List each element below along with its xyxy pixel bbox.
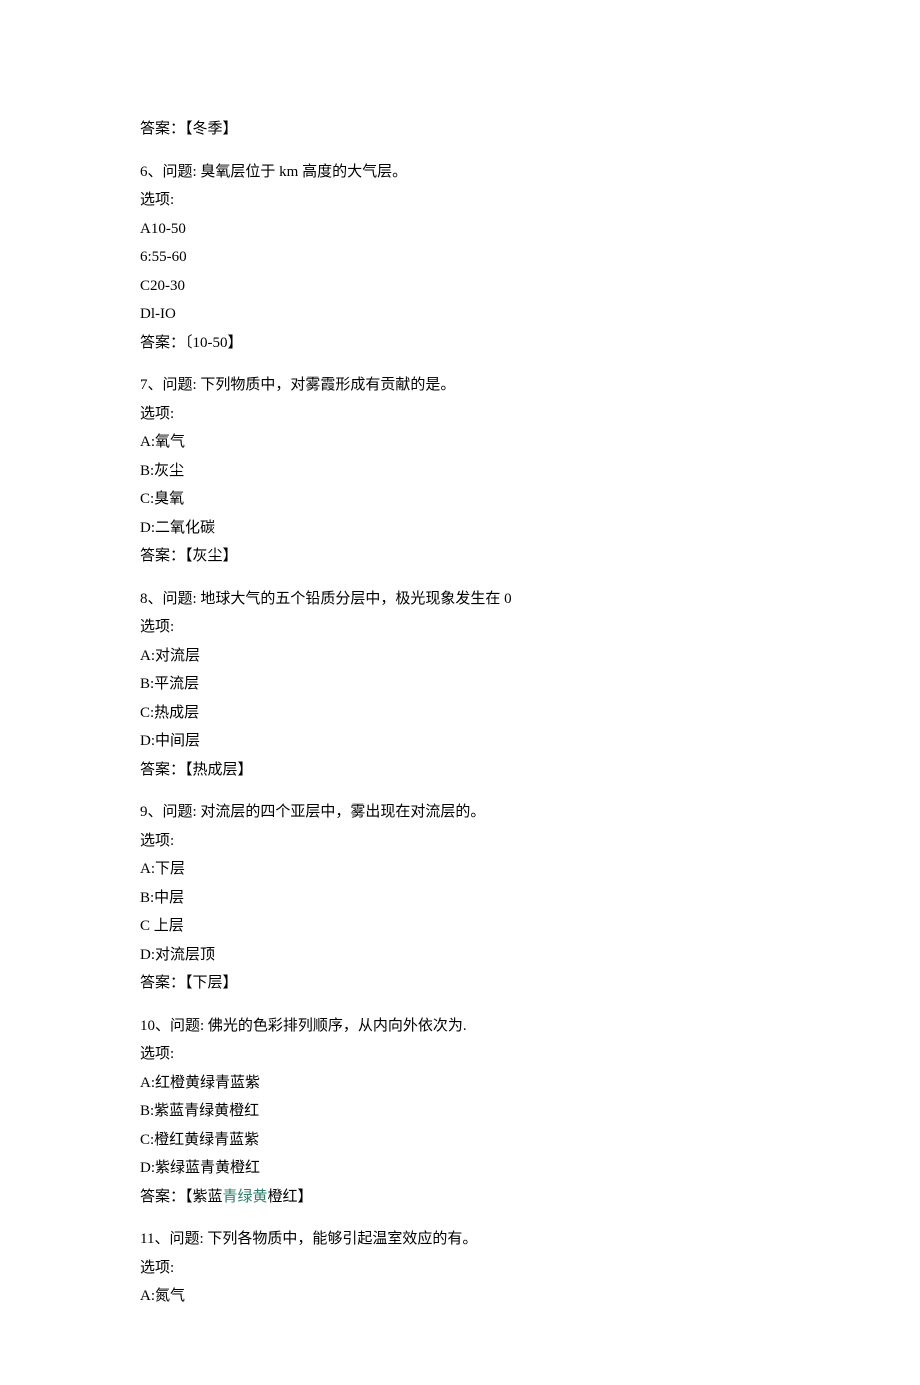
q9-option-a: A:下层 [140,855,780,884]
q9-answer-value: 下层 [193,975,223,991]
q9-block: 9、问题: 对流层的四个亚层中，雾出现在对流层的。 选项: A:下层 B:中层 … [140,798,780,998]
q6-answer-suffix: 】 [228,335,243,351]
q7-answer-suffix: 】 [223,548,238,564]
q10-option-d: D:紫绿蓝青黄橙红 [140,1154,780,1183]
q7-question: 7、问题: 下列物质中，对雾霞形成有贡献的是。 [140,371,780,400]
q5-answer-suffix: 】 [223,121,238,137]
q10-option-c: C:橙红黄绿青蓝紫 [140,1126,780,1155]
q10-option-a: A:红橙黄绿青蓝紫 [140,1069,780,1098]
q6-option-d: Dl-IO [140,300,780,329]
q9-option-c: C 上层 [140,912,780,941]
q5-answer-prefix: 答案：【 [140,121,193,137]
q8-option-a: A:对流层 [140,642,780,671]
q6-answer: 答案：〔10-50】 [140,329,780,358]
q11-block: 11、问题: 下列各物质中，能够引起温室效应的有。 选项: A:氮气 [140,1225,780,1311]
q6-block: 6、问题: 臭氧层位于 km 高度的大气层。 选项: A10-50 6:55-6… [140,158,780,358]
q7-option-a: A:氧气 [140,428,780,457]
q10-question: 10、问题: 佛光的色彩排列顺序，从内向外依次为. [140,1012,780,1041]
q10-option-b: B:紫蓝青绿黄橙红 [140,1097,780,1126]
q8-answer-value: 热成层 [193,762,238,778]
q9-answer: 答案：【下层】 [140,969,780,998]
q6-answer-value: 10-50 [193,335,228,351]
q9-answer-prefix: 答案：【 [140,975,193,991]
q6-option-a: A10-50 [140,215,780,244]
q11-question: 11、问题: 下列各物质中，能够引起温室效应的有。 [140,1225,780,1254]
q7-answer: 答案：【灰尘】 [140,542,780,571]
q8-option-b: B:平流层 [140,670,780,699]
q8-question: 8、问题: 地球大气的五个铅质分层中，极光现象发生在 0 [140,585,780,614]
q7-options-label: 选项: [140,400,780,429]
q7-option-d: D:二氧化碳 [140,514,780,543]
q9-question: 9、问题: 对流层的四个亚层中，雾出现在对流层的。 [140,798,780,827]
q5-answer: 答案：【冬季】 [140,115,780,144]
q11-options-label: 选项: [140,1254,780,1283]
q9-options-label: 选项: [140,827,780,856]
q7-option-c: C:臭氧 [140,485,780,514]
q5-answer-value: 冬季 [193,121,223,137]
q6-option-c: C20-30 [140,272,780,301]
q9-option-b: B:中层 [140,884,780,913]
q7-block: 7、问题: 下列物质中，对雾霞形成有贡献的是。 选项: A:氧气 B:灰尘 C:… [140,371,780,571]
q8-option-c: C:热成层 [140,699,780,728]
q6-question: 6、问题: 臭氧层位于 km 高度的大气层。 [140,158,780,187]
q10-block: 10、问题: 佛光的色彩排列顺序，从内向外依次为. 选项: A:红橙黄绿青蓝紫 … [140,1012,780,1212]
q8-options-label: 选项: [140,613,780,642]
q8-block: 8、问题: 地球大气的五个铅质分层中，极光现象发生在 0 选项: A:对流层 B… [140,585,780,785]
q7-option-b: B:灰尘 [140,457,780,486]
q9-option-d: D:对流层顶 [140,941,780,970]
q8-answer: 答案：【热成层】 [140,756,780,785]
q6-option-b: 6:55-60 [140,243,780,272]
q9-answer-suffix: 】 [223,975,238,991]
q6-options-label: 选项: [140,186,780,215]
q10-answer-colored: 青绿黄 [223,1189,268,1205]
document-page: 答案：【冬季】 6、问题: 臭氧层位于 km 高度的大气层。 选项: A10-5… [0,0,920,1385]
q8-answer-prefix: 答案：【 [140,762,193,778]
q8-option-d: D:中间层 [140,727,780,756]
q7-answer-value: 灰尘 [193,548,223,564]
q7-answer-prefix: 答案：【 [140,548,193,564]
q10-answer: 答案：【紫蓝青绿黄橙红】 [140,1183,780,1212]
q11-option-a: A:氮气 [140,1282,780,1311]
q10-answer-prefix: 答案：【紫蓝 [140,1189,223,1205]
q10-answer-suffix: 橙红】 [268,1189,313,1205]
q8-answer-suffix: 】 [238,762,253,778]
q6-answer-prefix: 答案：〔 [140,335,193,351]
q10-options-label: 选项: [140,1040,780,1069]
